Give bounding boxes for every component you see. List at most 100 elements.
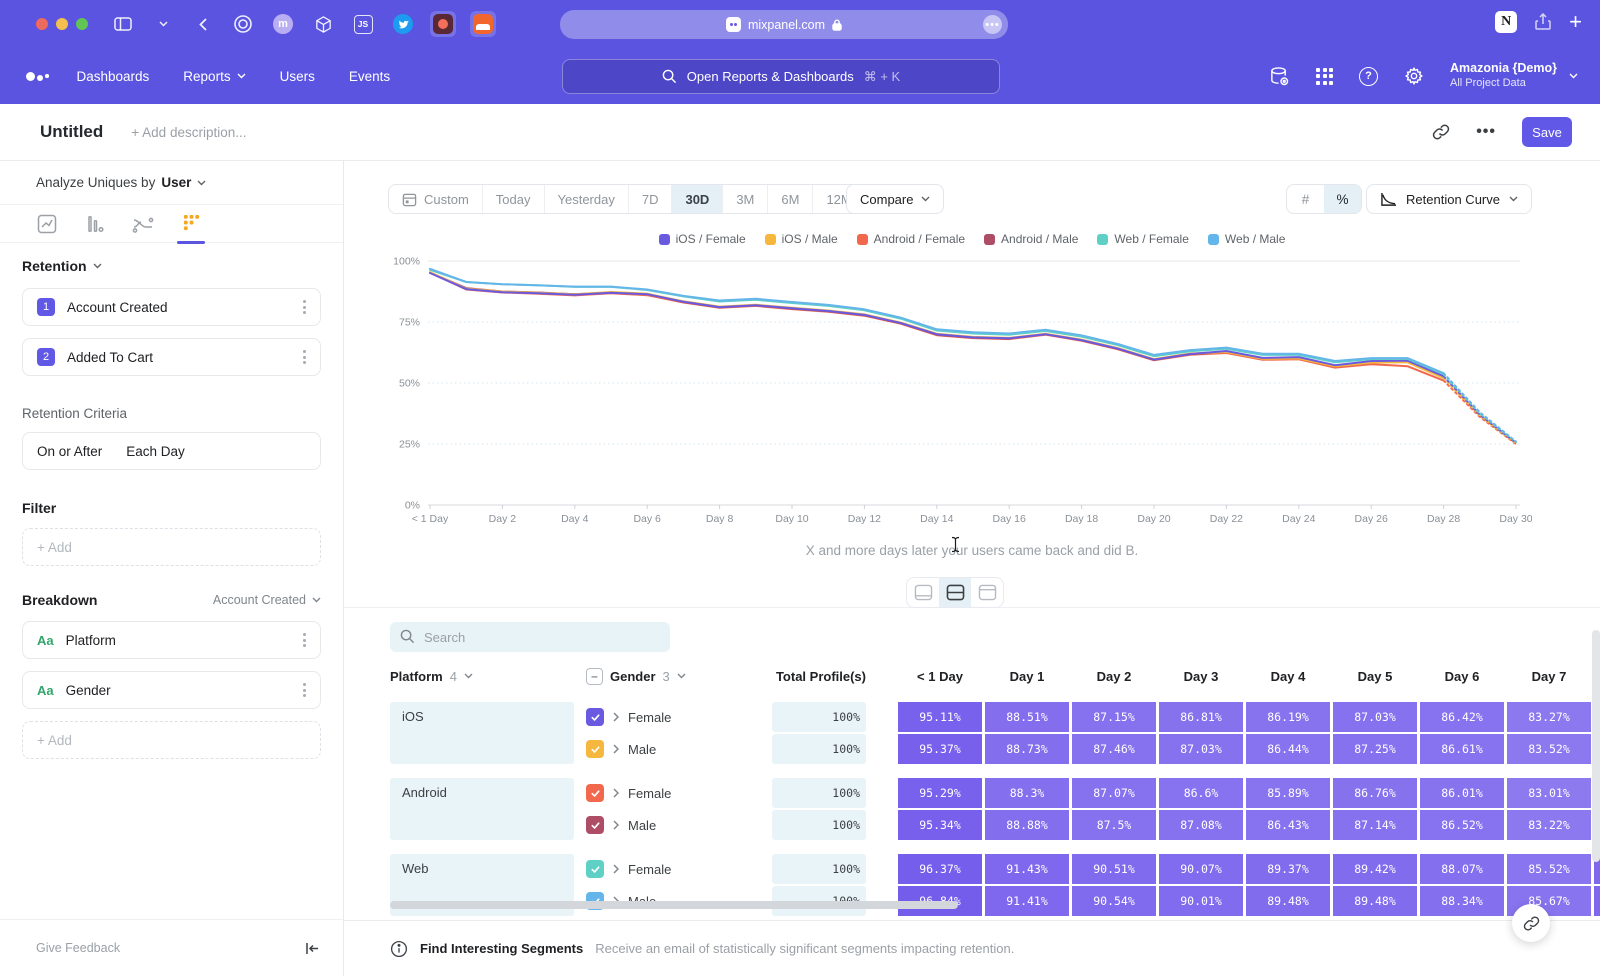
range-yesterday[interactable]: Yesterday <box>544 185 628 213</box>
breakdown-card[interactable]: AaGender <box>22 671 321 709</box>
copy-link-icon[interactable] <box>1432 123 1450 141</box>
retention-value-cell[interactable]: 96.37% <box>898 854 982 884</box>
retention-value-cell[interactable]: 88.3% <box>985 778 1069 808</box>
breakdown-add-button[interactable]: + Add <box>22 721 321 759</box>
retention-value-cell[interactable]: 95.37% <box>898 734 982 764</box>
report-title[interactable]: Untitled <box>40 122 103 142</box>
collapse-sidebar-icon[interactable] <box>305 942 319 955</box>
table-search-input[interactable] <box>390 622 670 652</box>
absolute-unit-button[interactable]: # <box>1287 185 1324 213</box>
nav-reports[interactable]: Reports <box>183 69 245 84</box>
back-icon[interactable] <box>190 11 216 37</box>
retention-value-cell[interactable]: 87.15% <box>1072 702 1156 732</box>
data-management-icon[interactable] <box>1269 66 1290 87</box>
gender-column-header[interactable]: – Gender 3 <box>586 668 772 685</box>
criteria-interval[interactable]: Each Day <box>126 444 185 459</box>
expand-row-icon[interactable] <box>613 788 619 798</box>
retention-value-cell[interactable]: 86.76% <box>1333 778 1417 808</box>
retention-value-cell[interactable]: 86.52% <box>1420 810 1504 840</box>
retention-value-cell[interactable]: 86.6% <box>1159 778 1243 808</box>
layout-split-button[interactable] <box>939 578 971 607</box>
maximize-window-button[interactable] <box>76 18 88 30</box>
percent-unit-button[interactable]: % <box>1324 185 1361 213</box>
tab-overview-chevron-icon[interactable] <box>150 11 176 37</box>
retention-value-cell[interactable]: 87.03% <box>1333 702 1417 732</box>
new-tab-icon[interactable]: + <box>1569 11 1582 33</box>
retention-criteria-card[interactable]: On or After Each Day <box>22 432 321 470</box>
retention-section-header[interactable]: Retention <box>22 258 321 274</box>
retention-value-cell[interactable]: 83.27% <box>1507 702 1591 732</box>
day-column-header[interactable]: Day 1 <box>985 669 1069 684</box>
global-search[interactable]: Open Reports & Dashboards ⌘ + K <box>562 59 1000 94</box>
retention-value-cell[interactable]: 95.34% <box>898 810 982 840</box>
retention-value-cell[interactable]: 90.51% <box>1072 854 1156 884</box>
day-column-header[interactable]: Day 2 <box>1072 669 1156 684</box>
retention-value-cell[interactable]: 85.52% <box>1507 854 1591 884</box>
day-column-header[interactable]: Day 5 <box>1333 669 1417 684</box>
platform-column-header[interactable]: Platform 4 <box>390 669 586 684</box>
range-30d[interactable]: 30D <box>671 185 722 213</box>
save-button[interactable]: Save <box>1522 117 1572 147</box>
nav-events[interactable]: Events <box>349 69 390 84</box>
retention-value-cell[interactable]: 91.43% <box>985 854 1069 884</box>
retention-value-cell[interactable]: 88.51% <box>985 702 1069 732</box>
series-checkbox[interactable] <box>586 816 604 834</box>
more-actions-icon[interactable]: ••• <box>1476 123 1496 141</box>
retention-value-cell[interactable]: 88.88% <box>985 810 1069 840</box>
step-menu-icon[interactable] <box>301 298 308 316</box>
extension-mixpanel-icon[interactable] <box>430 11 456 37</box>
retention-value-cell[interactable]: 83.22% <box>1507 810 1591 840</box>
extension-cube-icon[interactable] <box>310 11 336 37</box>
retention-value-cell[interactable]: 87.5% <box>1072 810 1156 840</box>
legend-item[interactable]: Android / Female <box>857 232 965 246</box>
sidebar-toggle-icon[interactable] <box>110 11 136 37</box>
platform-cell[interactable]: Android <box>390 778 574 840</box>
retention-value-cell[interactable]: 89.42% <box>1333 854 1417 884</box>
nav-users[interactable]: Users <box>280 69 315 84</box>
extension-bird-icon[interactable] <box>390 11 416 37</box>
retention-value-cell[interactable]: 86.42% <box>1420 702 1504 732</box>
range-custom[interactable]: Custom <box>389 185 482 213</box>
retention-value-cell[interactable]: 89.48% <box>1246 886 1330 916</box>
nav-dashboards[interactable]: Dashboards <box>77 69 150 84</box>
retention-value-cell[interactable]: 86.44% <box>1246 734 1330 764</box>
compare-button[interactable]: Compare <box>846 184 944 214</box>
retention-value-cell[interactable]: 86.81% <box>1159 702 1243 732</box>
day-column-header[interactable]: < 1 Day <box>898 669 982 684</box>
add-description[interactable]: + Add description... <box>131 125 246 140</box>
expand-row-icon[interactable] <box>613 712 619 722</box>
day-column-header[interactable]: Day 4 <box>1246 669 1330 684</box>
help-icon[interactable]: ? <box>1359 67 1378 86</box>
tab-funnels[interactable] <box>82 205 108 243</box>
extension-ring-icon[interactable] <box>230 11 256 37</box>
horizontal-scrollbar[interactable] <box>390 901 958 909</box>
series-checkbox[interactable] <box>586 860 604 878</box>
retention-value-cell[interactable]: 86.01% <box>1420 778 1504 808</box>
legend-item[interactable]: iOS / Female <box>659 232 746 246</box>
breakdown-scope-dropdown[interactable]: Account Created <box>213 593 321 607</box>
retention-value-cell[interactable]: 89.37% <box>1246 854 1330 884</box>
day-column-header[interactable]: Day 7 <box>1507 669 1591 684</box>
close-window-button[interactable] <box>36 18 48 30</box>
range-6m[interactable]: 6M <box>767 185 812 213</box>
retention-value-cell[interactable]: 87.46% <box>1072 734 1156 764</box>
give-feedback-link[interactable]: Give Feedback <box>36 941 120 955</box>
find-segments-link[interactable]: Find Interesting Segments <box>420 941 583 956</box>
address-bar[interactable]: mixpanel.com ••• <box>560 10 1008 39</box>
breakdown-card[interactable]: AaPlatform <box>22 621 321 659</box>
layout-table-only-button[interactable] <box>971 578 1003 607</box>
legend-item[interactable]: iOS / Male <box>765 232 838 246</box>
filter-add-button[interactable]: + Add <box>22 528 321 566</box>
analyze-value-dropdown[interactable]: User <box>161 175 191 190</box>
notion-icon[interactable]: N <box>1495 11 1517 33</box>
retention-value-cell[interactable]: 90.07% <box>1159 854 1243 884</box>
retention-value-cell[interactable]: 85.89% <box>1246 778 1330 808</box>
floating-share-button[interactable] <box>1512 904 1550 942</box>
tab-retention[interactable] <box>178 205 204 243</box>
range-today[interactable]: Today <box>482 185 544 213</box>
retention-value-cell[interactable]: 86.43% <box>1246 810 1330 840</box>
retention-value-cell[interactable]: 87.03% <box>1159 734 1243 764</box>
platform-cell[interactable]: iOS <box>390 702 574 764</box>
retention-value-cell[interactable]: 87.07% <box>1072 778 1156 808</box>
retention-chart[interactable]: 0%25%50%75%100%< 1 DayDay 2Day 4Day 6Day… <box>380 253 1532 538</box>
